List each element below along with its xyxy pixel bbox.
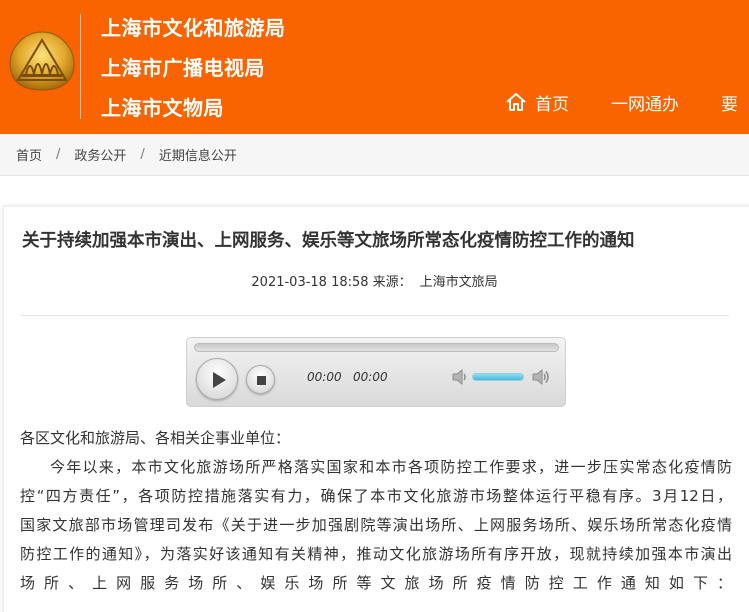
paragraph-line: 今年以来，本市文化旅游场所严格落实国家和本市各项防控工作要求，进一步压实常态化疫… [50,458,732,476]
nav-item-home-label: 首页 [535,94,569,115]
shanghai-culture-emblem-icon[interactable] [8,30,76,92]
article-body: 各区文化和旅游局、各相关企事业单位： 今年以来，本市文化旅游场所严格落实国家和本… [20,425,732,598]
article-source: 上海市文旅局 [419,275,498,290]
article-datetime: 2021-03-18 18:58 [251,275,369,290]
article-salutation: 各区文化和旅游局、各相关企事业单位： [20,429,291,447]
article-source-label: 来源： [372,275,412,290]
breadcrumb-separator: / [140,147,145,162]
paragraph-line: 防控工作的通知》，为落实好该通知有关精神，推动文化旅游场所有序开放，现就持续加强… [20,545,732,563]
audio-duration: 00:00 [353,370,388,384]
org-name-group: 上海市文化和旅游局 上海市广播电视局 上海市文物局 [101,8,286,128]
audio-progress-bar[interactable] [194,343,559,352]
paragraph-line: 国家文旅部市场管理司发布《关于进一步加强剧院等演出场所、上网服务场所、娱乐场所常… [20,516,732,534]
stop-button[interactable] [246,365,275,394]
nav-item-one-stop-service[interactable]: 一网通办 [611,90,679,115]
org-name-cultural-relics[interactable]: 上海市文物局 [101,88,286,128]
article-paragraph: 今年以来，本市文化旅游场所严格落实国家和本市各项防控工作要求，进一步压实常态化疫… [20,453,732,598]
main-nav: 首页 一网通办 要 [505,88,738,116]
logo-divider [80,14,81,119]
org-name-broadcast-tv[interactable]: 上海市广播电视局 [101,48,286,88]
home-icon [506,93,526,111]
paragraph-line: 场所、上网服务场所、娱乐场所等文旅场所疫情防控工作通知如下： [20,574,732,592]
org-name-culture-tourism[interactable]: 上海市文化和旅游局 [101,8,286,48]
article-meta: 2021-03-18 18:58 来源： 上海市文旅局 [0,271,749,290]
meta-divider [20,315,729,316]
article-title: 关于持续加强本市演出、上网服务、娱乐等文旅场所常态化疫情防控工作的通知 [22,231,635,251]
breadcrumb-home[interactable]: 首页 [16,145,42,164]
volume-up-icon[interactable] [531,368,551,386]
paragraph-line: 控“四方责任”，各项防控措施落实有力，确保了本市文化旅游市场整体运行平稳有序。3… [20,487,732,505]
audio-player: 00:00 00:00 [186,337,566,407]
site-header: 上海市文化和旅游局 上海市广播电视局 上海市文物局 首页 一网通办 要 [0,0,749,134]
audio-current-time: 00:00 [307,370,342,384]
breadcrumb-separator: / [56,147,61,162]
nav-item-partial[interactable]: 要 [721,90,738,115]
nav-item-home[interactable]: 首页 [505,90,569,115]
volume-slider[interactable] [472,373,524,381]
volume-down-icon[interactable] [451,368,469,386]
breadcrumb-recent-info[interactable]: 近期信息公开 [159,145,237,164]
play-button[interactable] [196,358,238,400]
breadcrumb: 首页 / 政务公开 / 近期信息公开 [0,134,749,176]
breadcrumb-gov-affairs[interactable]: 政务公开 [74,145,126,164]
